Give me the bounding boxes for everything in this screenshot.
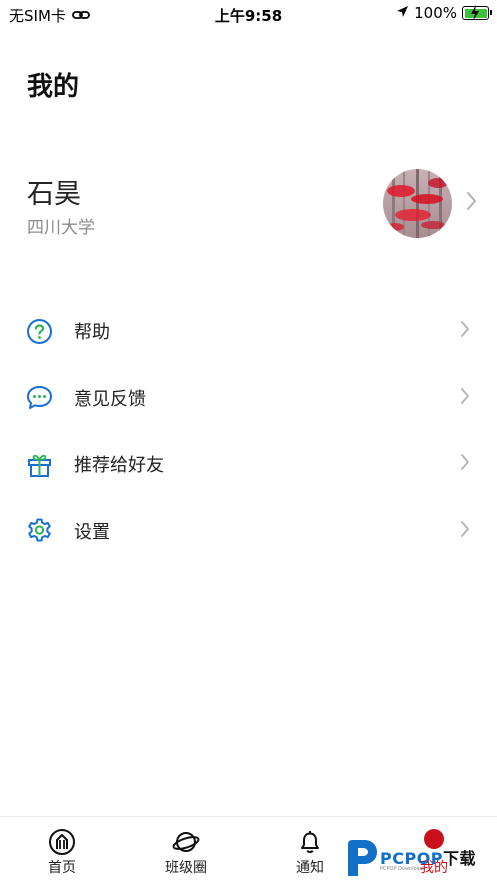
home-icon — [48, 828, 76, 856]
menu-item-settings[interactable]: 设置 — [0, 498, 497, 565]
chevron-right-icon — [460, 520, 470, 542]
planet-icon — [172, 828, 200, 856]
tab-class-circle[interactable]: 班级圈 — [124, 817, 248, 883]
bell-icon — [296, 828, 324, 856]
chevron-right-icon — [460, 387, 470, 409]
chevron-right-icon — [466, 191, 477, 215]
page-title: 我的 — [27, 72, 80, 102]
menu-item-label: 推荐给好友 — [74, 455, 164, 477]
tab-label: 班级圈 — [165, 860, 207, 876]
profile-card[interactable]: 石昊 四川大学 — [0, 160, 497, 250]
menu-item-help[interactable]: 帮助 — [0, 298, 497, 365]
avatar[interactable] — [383, 169, 452, 238]
status-bar-right: 100% — [396, 4, 492, 22]
chevron-right-icon — [460, 453, 470, 475]
help-icon — [26, 318, 53, 345]
menu-item-label: 意见反馈 — [74, 388, 146, 410]
feedback-icon — [26, 384, 53, 411]
menu-list: 帮助 意见反馈 推荐给好友 设置 — [0, 298, 497, 564]
profile-name: 石昊 — [27, 179, 81, 210]
battery-percent: 100% — [414, 4, 457, 22]
menu-item-label: 设置 — [74, 521, 110, 543]
gift-icon — [26, 451, 53, 478]
watermark-logo: PCPOP下载 PCPOP Download — [342, 836, 497, 880]
status-bar: 无SIM卡 上午9:58 100% — [0, 0, 497, 28]
profile-school: 四川大学 — [27, 218, 95, 238]
menu-item-recommend[interactable]: 推荐给好友 — [0, 431, 497, 498]
chevron-right-icon — [460, 320, 470, 342]
tab-home[interactable]: 首页 — [0, 817, 124, 883]
battery-icon — [462, 5, 492, 21]
menu-item-label: 帮助 — [74, 322, 110, 344]
menu-item-feedback[interactable]: 意见反馈 — [0, 365, 497, 432]
settings-icon — [26, 517, 53, 544]
watermark-subtitle: PCPOP Download — [380, 866, 423, 872]
tab-label: 首页 — [48, 860, 76, 876]
location-arrow-icon — [396, 4, 409, 22]
